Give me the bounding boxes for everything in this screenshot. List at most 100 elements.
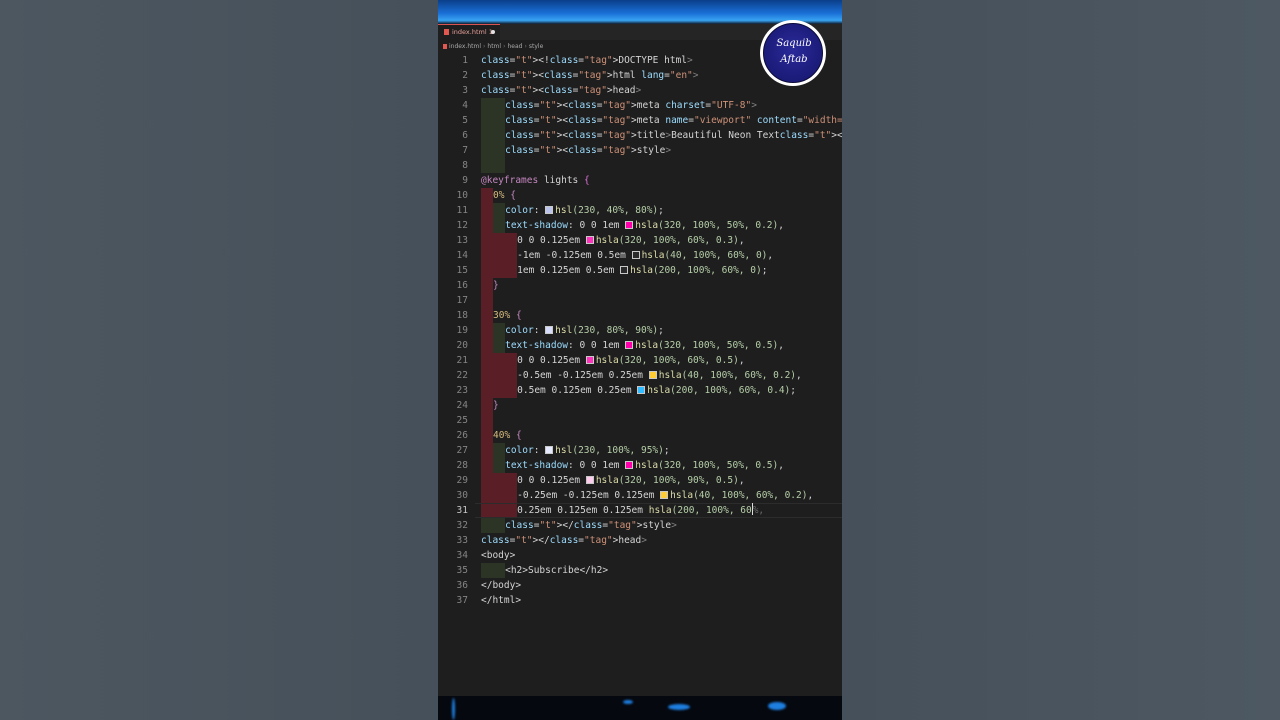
line-number: 10 bbox=[456, 190, 468, 201]
color-swatch-icon[interactable] bbox=[545, 326, 554, 334]
code-line[interactable]: 25 bbox=[438, 413, 842, 428]
code-text: class="t"><class="tag">meta charset="UTF… bbox=[505, 100, 757, 111]
indent-guide bbox=[481, 398, 494, 413]
code-text: -0.5em -0.125em 0.25em hsla(40, 100%, 60… bbox=[517, 370, 802, 381]
line-number: 7 bbox=[462, 145, 468, 156]
line-number: 13 bbox=[456, 235, 468, 246]
line-number: 4 bbox=[462, 100, 468, 111]
color-swatch-icon[interactable] bbox=[631, 251, 640, 259]
color-swatch-icon[interactable] bbox=[660, 491, 669, 499]
code-line[interactable]: 13 0 0 0.125em hsla(320, 100%, 60%, 0.3), bbox=[438, 233, 842, 248]
line-number: 2 bbox=[462, 70, 468, 81]
code-line[interactable]: 17 bbox=[438, 293, 842, 308]
indent-guide bbox=[493, 203, 506, 218]
code-line[interactable]: 36 </body> bbox=[438, 578, 842, 593]
line-number: 1 bbox=[462, 55, 468, 66]
code-line[interactable]: 31 0.25em 0.125em 0.125em hsla(200, 100%,… bbox=[438, 503, 842, 518]
code-text: 0.25em 0.125em 0.125em hsla(200, 100%, 6… bbox=[517, 503, 765, 516]
code-text: class="t"><class="tag">html lang="en"> bbox=[481, 70, 699, 81]
code-line[interactable]: 16} bbox=[438, 278, 842, 293]
line-number: 5 bbox=[462, 115, 468, 126]
code-line[interactable]: 8 bbox=[438, 158, 842, 173]
line-number: 14 bbox=[456, 250, 468, 261]
code-line[interactable]: 14 -1em -0.125em 0.5em hsla(40, 100%, 60%… bbox=[438, 248, 842, 263]
code-line[interactable]: 9 @keyframes lights { bbox=[438, 173, 842, 188]
breadcrumb-file[interactable]: index.html bbox=[449, 43, 481, 50]
code-line[interactable]: 5 class="t"><class="tag">meta name="viewp… bbox=[438, 113, 842, 128]
line-number: 16 bbox=[456, 280, 468, 291]
code-line[interactable]: 37 </html> bbox=[438, 593, 842, 608]
code-text: color: hsl(230, 100%, 95%); bbox=[505, 445, 670, 456]
code-line[interactable]: 20 text-shadow: 0 0 1em hsla(320, 100%, 5… bbox=[438, 338, 842, 353]
breadcrumb-html[interactable]: html bbox=[487, 43, 501, 50]
code-line[interactable]: 10 0% { bbox=[438, 188, 842, 203]
line-number: 36 bbox=[456, 580, 468, 591]
breadcrumb-head[interactable]: head bbox=[507, 43, 522, 50]
code-line[interactable]: 30 -0.25em -0.125em 0.125em hsla(40, 100%… bbox=[438, 488, 842, 503]
breadcrumb-style[interactable]: style bbox=[529, 43, 543, 50]
indent-guide bbox=[481, 353, 518, 368]
code-text: class="t"><class="tag">meta name="viewpo… bbox=[505, 115, 842, 126]
code-line[interactable]: 22 -0.5em -0.125em 0.25em hsla(40, 100%, … bbox=[438, 368, 842, 383]
code-line[interactable]: 27 color: hsl(230, 100%, 95%); bbox=[438, 443, 842, 458]
color-swatch-icon[interactable] bbox=[620, 266, 629, 274]
code-line[interactable]: 11 color: hsl(230, 40%, 80%); bbox=[438, 203, 842, 218]
code-text: class="t"><class="tag">head> bbox=[481, 85, 642, 96]
color-swatch-icon[interactable] bbox=[585, 476, 594, 484]
line-number: 8 bbox=[462, 160, 468, 171]
code-text: color: hsl(230, 80%, 90%); bbox=[505, 325, 664, 336]
code-text: text-shadow: 0 0 1em hsla(320, 100%, 50%… bbox=[505, 460, 784, 471]
indent-guide bbox=[481, 143, 506, 158]
code-area[interactable]: 1 class="t"><!class="tag">DOCTYPE html> 2 c… bbox=[438, 52, 842, 618]
code-line[interactable]: 7 class="t"><class="tag">style> bbox=[438, 143, 842, 158]
code-text: <h2>Subscribe</h2> bbox=[505, 565, 609, 576]
code-line[interactable]: 35 <h2>Subscribe</h2> bbox=[438, 563, 842, 578]
code-line[interactable]: 28 text-shadow: 0 0 1em hsla(320, 100%, 5… bbox=[438, 458, 842, 473]
color-swatch-icon[interactable] bbox=[625, 221, 634, 229]
code-text: text-shadow: 0 0 1em hsla(320, 100%, 50%… bbox=[505, 340, 784, 351]
color-swatch-icon[interactable] bbox=[625, 461, 634, 469]
code-line[interactable]: 6 class="t"><class="tag">title>Beautiful … bbox=[438, 128, 842, 143]
line-number: 35 bbox=[456, 565, 468, 576]
code-line[interactable]: 3 class="t"><class="tag">head> bbox=[438, 83, 842, 98]
code-line[interactable]: 32 class="t"></class="tag">style> bbox=[438, 518, 842, 533]
color-swatch-icon[interactable] bbox=[545, 446, 554, 454]
code-line[interactable]: 4 class="t"><class="tag">meta charset="UT… bbox=[438, 98, 842, 113]
code-text: color: hsl(230, 40%, 80%); bbox=[505, 205, 664, 216]
code-line[interactable]: 26 40% { bbox=[438, 428, 842, 443]
left-blurred-background bbox=[0, 0, 438, 720]
unsaved-dot-icon[interactable] bbox=[491, 30, 495, 34]
color-swatch-icon[interactable] bbox=[648, 371, 657, 379]
code-line[interactable]: 34 <body> bbox=[438, 548, 842, 563]
code-line[interactable]: 19 color: hsl(230, 80%, 90%); bbox=[438, 323, 842, 338]
indent-guide bbox=[481, 248, 518, 263]
line-number: 23 bbox=[456, 385, 468, 396]
indent-guide bbox=[481, 278, 494, 293]
color-swatch-icon[interactable] bbox=[585, 236, 594, 244]
code-text: class="t"><!class="tag">DOCTYPE html> bbox=[481, 55, 693, 66]
code-line[interactable]: 18 30% { bbox=[438, 308, 842, 323]
code-line[interactable]: 33 class="t"></class="tag">head> bbox=[438, 533, 842, 548]
code-line[interactable]: 21 0 0 0.125em hsla(320, 100%, 60%, 0.5), bbox=[438, 353, 842, 368]
color-swatch-icon[interactable] bbox=[545, 206, 554, 214]
code-line[interactable]: 15 1em 0.125em 0.5em hsla(200, 100%, 60%,… bbox=[438, 263, 842, 278]
code-line[interactable]: 23 0.5em 0.125em 0.25em hsla(200, 100%, 6… bbox=[438, 383, 842, 398]
indent-guide bbox=[481, 473, 518, 488]
line-number: 29 bbox=[456, 475, 468, 486]
code-text: </body> bbox=[481, 580, 522, 591]
indent-guide bbox=[481, 98, 506, 113]
indent-guide bbox=[481, 518, 506, 533]
tab-index-html[interactable]: index.html 1 bbox=[438, 24, 500, 40]
indent-guide bbox=[481, 368, 518, 383]
color-swatch-icon[interactable] bbox=[625, 341, 634, 349]
code-line[interactable]: 29 0 0 0.125em hsla(320, 100%, 90%, 0.5), bbox=[438, 473, 842, 488]
color-swatch-icon[interactable] bbox=[637, 386, 646, 394]
line-number: 27 bbox=[456, 445, 468, 456]
indent-guide bbox=[481, 338, 494, 353]
code-line[interactable]: 24} bbox=[438, 398, 842, 413]
line-number: 25 bbox=[456, 415, 468, 426]
color-swatch-icon[interactable] bbox=[585, 356, 594, 364]
code-line[interactable]: 12 text-shadow: 0 0 1em hsla(320, 100%, 5… bbox=[438, 218, 842, 233]
html-file-icon bbox=[444, 29, 449, 35]
code-text: } bbox=[493, 400, 499, 411]
